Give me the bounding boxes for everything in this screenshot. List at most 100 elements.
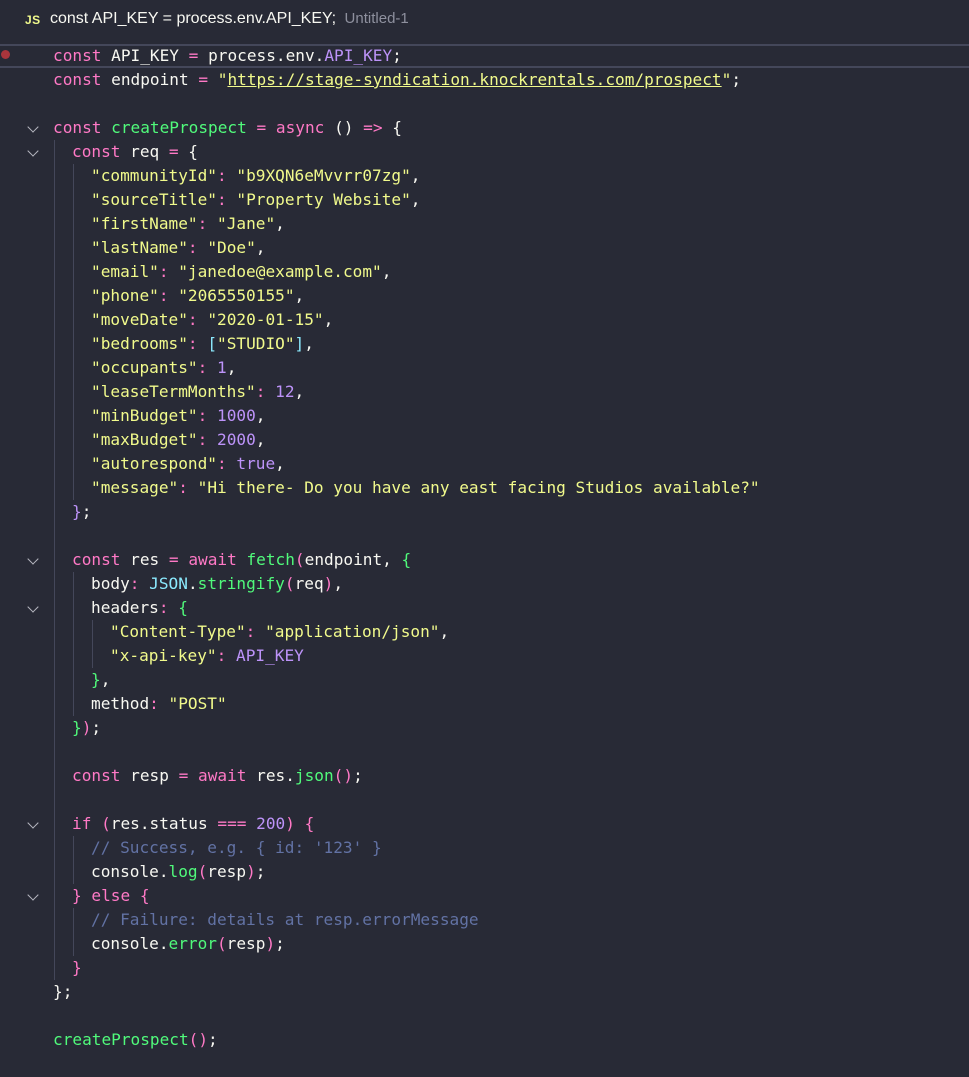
- code-token: "minBudget": [91, 406, 198, 425]
- code-token: createProspect: [53, 1030, 189, 1049]
- code-token: ,: [333, 574, 344, 593]
- indent-guide: [73, 644, 74, 668]
- code-line[interactable]: }: [0, 956, 969, 980]
- code-text: "phone": "2065550155",: [91, 284, 304, 308]
- fold-chevron-icon[interactable]: [27, 817, 39, 829]
- code-line[interactable]: createProspect();: [0, 1028, 969, 1052]
- code-line[interactable]: [0, 524, 969, 548]
- indent-guide: [73, 932, 74, 956]
- code-line[interactable]: },: [0, 668, 969, 692]
- code-line[interactable]: };: [0, 980, 969, 1004]
- code-line[interactable]: [0, 788, 969, 812]
- code-text: headers: {: [91, 596, 188, 620]
- code-line[interactable]: "message": "Hi there- Do you have any ea…: [0, 476, 969, 500]
- fold-chevron-icon[interactable]: [27, 601, 39, 613]
- code-line[interactable]: console.log(resp);: [0, 860, 969, 884]
- editor-tab[interactable]: const API_KEY = process.env.API_KEY; Unt…: [50, 10, 409, 28]
- code-token: ,: [304, 334, 314, 353]
- code-text: "Content-Type": "application/json",: [110, 620, 449, 644]
- code-token: true: [236, 454, 276, 473]
- indent-guide: [92, 620, 93, 644]
- code-token: (: [197, 862, 208, 881]
- code-line[interactable]: });: [0, 716, 969, 740]
- code-token: res: [120, 550, 169, 569]
- code-line[interactable]: const res = await fetch(endpoint, {: [0, 548, 969, 572]
- indent-guide: [54, 428, 55, 452]
- code-token: (): [333, 766, 354, 785]
- code-line[interactable]: const API_KEY = process.env.API_KEY;: [0, 44, 969, 68]
- code-token: =: [188, 46, 199, 65]
- code-line[interactable]: "sourceTitle": "Property Website",: [0, 188, 969, 212]
- code-line[interactable]: "x-api-key": API_KEY: [0, 644, 969, 668]
- code-line[interactable]: "bedrooms": ["STUDIO"],: [0, 332, 969, 356]
- fold-chevron-icon[interactable]: [27, 121, 39, 133]
- code-token: ===: [217, 814, 247, 833]
- indent-guide: [54, 212, 55, 236]
- code-token: :: [187, 238, 198, 257]
- code-line[interactable]: const req = {: [0, 140, 969, 164]
- code-line[interactable]: "maxBudget": 2000,: [0, 428, 969, 452]
- code-line[interactable]: };: [0, 500, 969, 524]
- code-token: // Failure: details at resp.errorMessage: [91, 910, 479, 929]
- code-token: .: [187, 574, 198, 593]
- code-token: :: [216, 166, 227, 185]
- code-token: process.env.: [198, 46, 325, 65]
- code-line[interactable]: const endpoint = "https://stage-syndicat…: [0, 68, 969, 92]
- code-token: 1000: [217, 406, 256, 425]
- code-line[interactable]: [0, 1004, 969, 1028]
- fold-chevron-icon[interactable]: [27, 553, 39, 565]
- code-line[interactable]: "moveDate": "2020-01-15",: [0, 308, 969, 332]
- indent-guide: [54, 596, 55, 620]
- code-token: ,: [410, 166, 421, 185]
- code-token: ): [265, 934, 276, 953]
- code-editor[interactable]: const API_KEY = process.env.API_KEY; cons…: [0, 44, 969, 1052]
- code-line[interactable]: "autorespond": true,: [0, 452, 969, 476]
- indent-guide: [73, 356, 74, 380]
- indent-guide: [54, 308, 55, 332]
- code-line[interactable]: "communityId": "b9XQN6eMvvrr07zg",: [0, 164, 969, 188]
- code-text: const endpoint = "https://stage-syndicat…: [53, 68, 741, 92]
- indent-guide: [54, 740, 55, 764]
- code-line[interactable]: const createProspect = async () => {: [0, 116, 969, 140]
- code-line[interactable]: "Content-Type": "application/json",: [0, 620, 969, 644]
- code-line[interactable]: } else {: [0, 884, 969, 908]
- fold-chevron-icon[interactable]: [27, 145, 39, 157]
- code-line[interactable]: // Failure: details at resp.errorMessage: [0, 908, 969, 932]
- code-token: const: [72, 550, 121, 569]
- code-token: "Doe": [207, 238, 256, 257]
- code-line[interactable]: // Success, e.g. { id: '123' }: [0, 836, 969, 860]
- indent-guide: [73, 668, 74, 692]
- code-token: ]: [294, 334, 305, 353]
- code-line[interactable]: console.error(resp);: [0, 932, 969, 956]
- code-line[interactable]: method: "POST": [0, 692, 969, 716]
- code-line[interactable]: "email": "janedoe@example.com",: [0, 260, 969, 284]
- code-line[interactable]: if (res.status === 200) {: [0, 812, 969, 836]
- code-line[interactable]: "minBudget": 1000,: [0, 404, 969, 428]
- indent-guide: [54, 860, 55, 884]
- code-line[interactable]: [0, 92, 969, 116]
- code-text: "x-api-key": API_KEY: [110, 644, 304, 668]
- fold-chevron-icon[interactable]: [27, 889, 39, 901]
- code-text: },: [91, 668, 110, 692]
- code-line[interactable]: headers: {: [0, 596, 969, 620]
- code-line[interactable]: "phone": "2065550155",: [0, 284, 969, 308]
- indent-guide: [73, 572, 74, 596]
- indent-guide: [92, 644, 93, 668]
- code-line[interactable]: "occupants": 1,: [0, 356, 969, 380]
- code-token: :: [149, 694, 159, 713]
- code-line[interactable]: "lastName": "Doe",: [0, 236, 969, 260]
- code-line[interactable]: [0, 740, 969, 764]
- code-token: async: [275, 118, 325, 137]
- code-token: ;: [255, 862, 266, 881]
- code-token: :: [178, 478, 188, 497]
- code-line[interactable]: const resp = await res.json();: [0, 764, 969, 788]
- code-line[interactable]: "leaseTermMonths": 12,: [0, 380, 969, 404]
- code-line[interactable]: body: JSON.stringify(req),: [0, 572, 969, 596]
- code-line[interactable]: "firstName": "Jane",: [0, 212, 969, 236]
